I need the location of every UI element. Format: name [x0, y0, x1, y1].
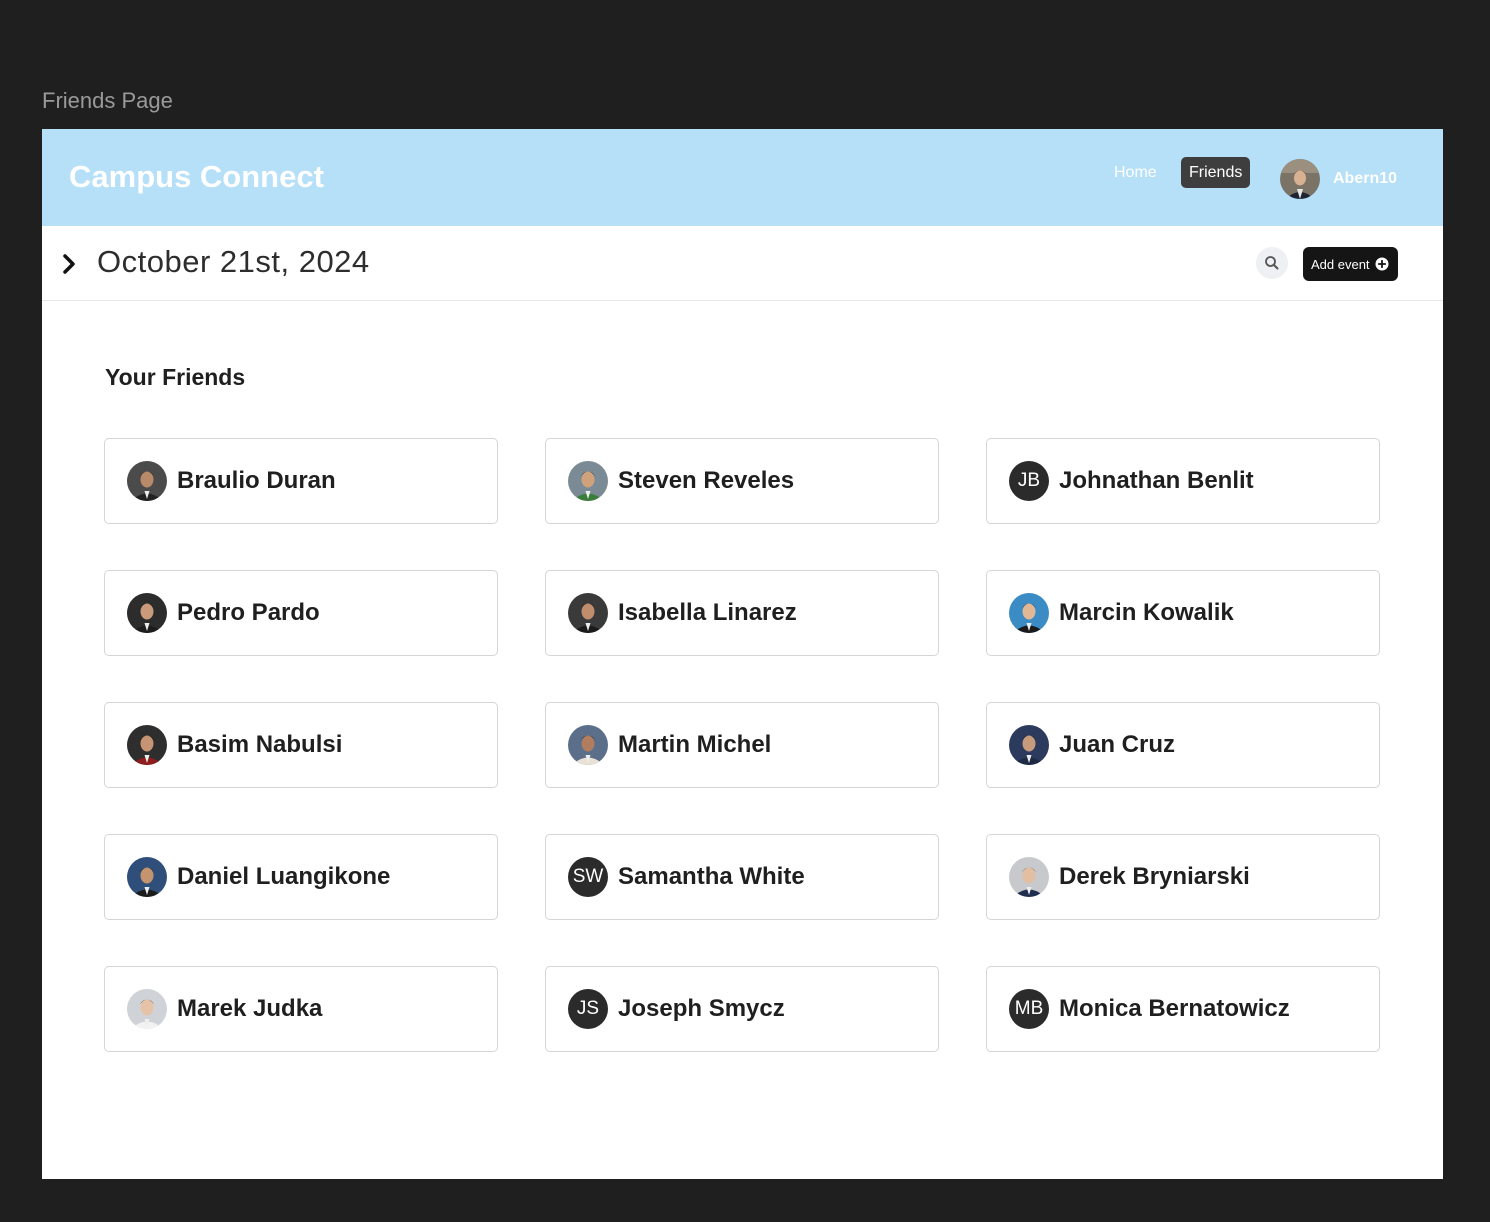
friend-name: Braulio Duran: [177, 467, 336, 494]
friends-grid: Braulio Duran Steven Reveles JB Johnathan B…: [104, 438, 1380, 1052]
search-button[interactable]: [1256, 247, 1288, 279]
friend-card[interactable]: JB Johnathan Benlit: [986, 438, 1380, 524]
friend-avatar: [568, 593, 608, 633]
friend-name: Steven Reveles: [618, 467, 795, 494]
friend-name: Martin Michel: [618, 731, 772, 758]
search-icon: [1265, 256, 1279, 270]
friend-name: Isabella Linarez: [618, 599, 797, 626]
your-friends-heading: Your Friends: [105, 364, 246, 390]
user-name[interactable]: Abern10: [1333, 170, 1397, 188]
friend-name: Juan Cruz: [1059, 731, 1176, 758]
friend-name: Marcin Kowalik: [1059, 599, 1234, 626]
friend-name: Monica Bernatowicz: [1059, 995, 1290, 1022]
frame-label: Friends Page: [42, 88, 173, 113]
friend-name: Johnathan Benlit: [1059, 467, 1254, 494]
friend-avatar: MB: [1009, 989, 1049, 1029]
user-avatar-image: [1280, 159, 1320, 199]
chevron-right-icon[interactable]: [60, 250, 80, 278]
friends-page: Campus Connect Home Friends Abern10 Octo…: [42, 129, 1443, 1179]
friend-name: Daniel Luangikone: [177, 863, 391, 890]
add-event-label: Add event: [1311, 256, 1370, 272]
friend-avatar: [127, 593, 167, 633]
friend-avatar: JS: [568, 989, 608, 1029]
top-navbar: Campus Connect Home Friends Abern10: [42, 129, 1443, 226]
friend-name: Joseph Smycz: [618, 995, 785, 1022]
friend-card[interactable]: Marcin Kowalik: [986, 570, 1380, 656]
friend-avatar: [127, 989, 167, 1029]
friend-avatar: [568, 461, 608, 501]
friend-card[interactable]: Juan Cruz: [986, 702, 1380, 788]
friend-name: Pedro Pardo: [177, 599, 320, 626]
friend-card[interactable]: Basim Nabulsi: [104, 702, 498, 788]
friend-name: Derek Bryniarski: [1059, 863, 1250, 890]
date-bar: October 21st, 2024 Add event: [42, 226, 1443, 301]
friend-card[interactable]: SW Samantha White: [545, 834, 939, 920]
friend-avatar: SW: [568, 857, 608, 897]
friend-card[interactable]: Martin Michel: [545, 702, 939, 788]
friend-avatar: [568, 725, 608, 765]
friend-card[interactable]: Marek Judka: [104, 966, 498, 1052]
friend-avatar: [1009, 725, 1049, 765]
friend-card[interactable]: Isabella Linarez: [545, 570, 939, 656]
friend-card[interactable]: MB Monica Bernatowicz: [986, 966, 1380, 1052]
current-date: October 21st, 2024: [97, 244, 370, 279]
nav-friends-link[interactable]: Friends: [1181, 157, 1251, 188]
friend-card[interactable]: Derek Bryniarski: [986, 834, 1380, 920]
friend-avatar: JB: [1009, 461, 1049, 501]
friend-avatar: [1009, 857, 1049, 897]
friend-name: Basim Nabulsi: [177, 731, 343, 758]
friend-card[interactable]: Daniel Luangikone: [104, 834, 498, 920]
brand-title[interactable]: Campus Connect: [69, 159, 324, 195]
friend-avatar: [127, 857, 167, 897]
friend-card[interactable]: Braulio Duran: [104, 438, 498, 524]
friend-avatar: [127, 461, 167, 501]
friend-name: Samantha White: [618, 863, 805, 890]
friend-name: Marek Judka: [177, 995, 323, 1022]
plus-circle-icon: [1375, 257, 1389, 271]
friend-card[interactable]: Pedro Pardo: [104, 570, 498, 656]
nav-home-link[interactable]: Home: [1114, 164, 1157, 182]
friend-card[interactable]: JS Joseph Smycz: [545, 966, 939, 1052]
friend-card[interactable]: Steven Reveles: [545, 438, 939, 524]
add-event-button[interactable]: Add event: [1303, 247, 1398, 281]
friend-avatar: [127, 725, 167, 765]
friend-avatar: [1009, 593, 1049, 633]
user-avatar[interactable]: [1280, 159, 1320, 199]
